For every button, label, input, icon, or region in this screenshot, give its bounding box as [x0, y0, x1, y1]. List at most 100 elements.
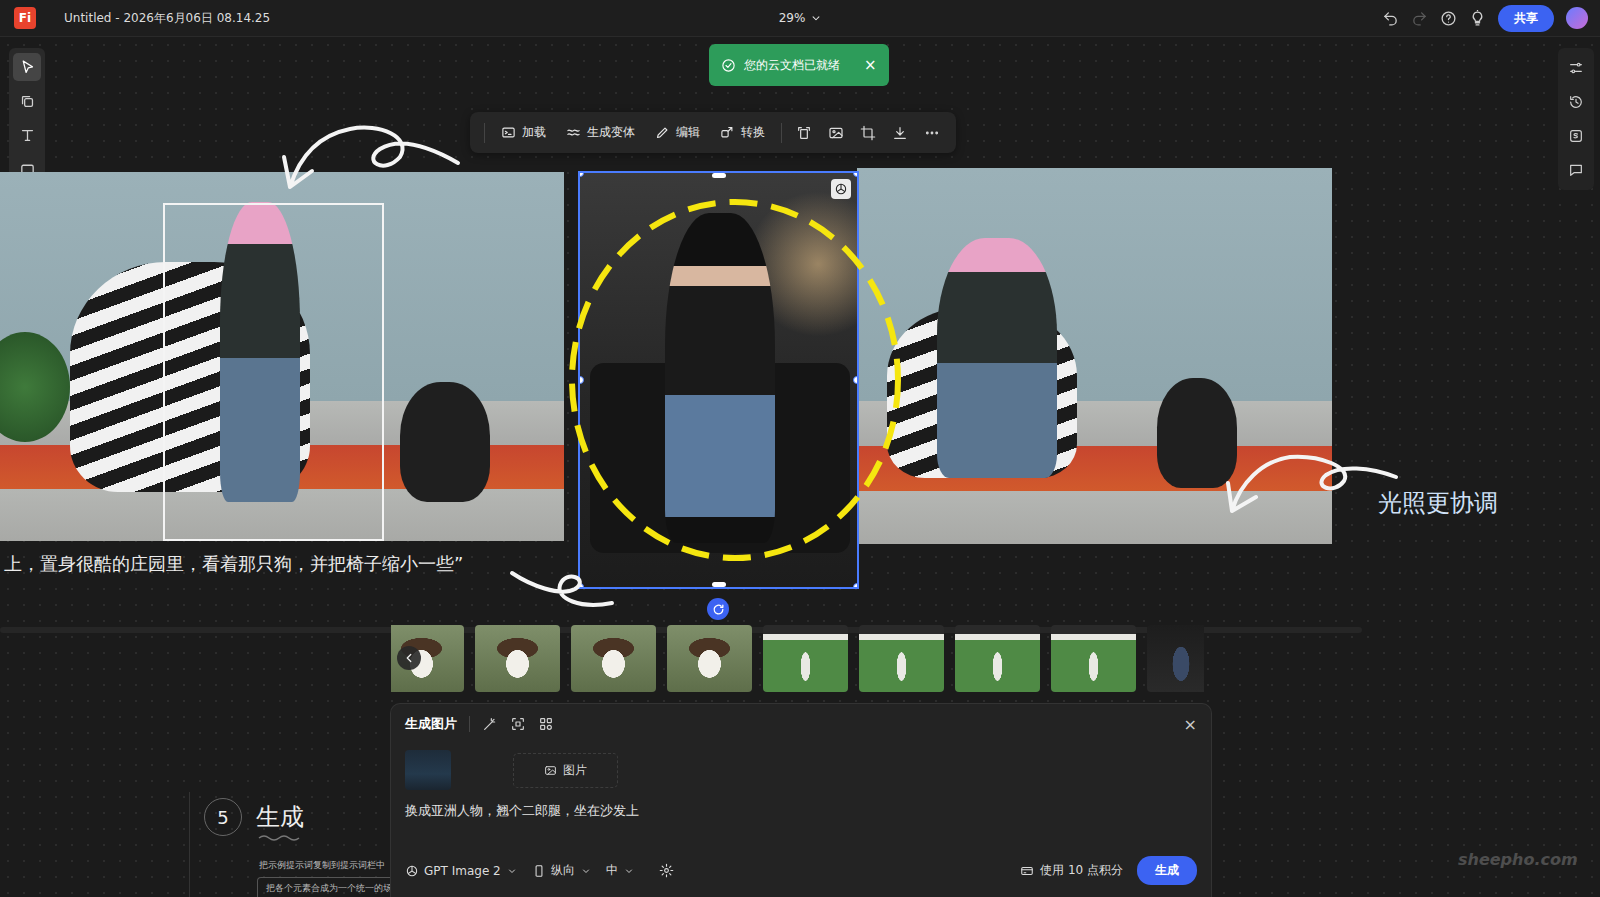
add-image-button[interactable]: 图片 [513, 753, 618, 788]
model-label: GPT Image 2 [424, 864, 501, 878]
undo-icon[interactable] [1382, 10, 1399, 27]
tool-button[interactable] [13, 53, 41, 81]
toolbar-action[interactable]: 编辑 [647, 120, 708, 145]
panel-title: 生成图片 [405, 715, 457, 733]
canvas[interactable]: 上，置身很酷的庄园里，看着那只狗，并把椅子缩小一些” 光照更协调 您的云文档已就… [0, 37, 1600, 897]
resize-handle[interactable] [580, 376, 584, 384]
thumbnail[interactable] [667, 625, 752, 692]
previous-button[interactable] [397, 646, 421, 670]
step-hint: 把示例提示词复制到提示词栏中 [259, 859, 385, 872]
gear-icon[interactable] [659, 863, 674, 878]
toolbar-icon-button[interactable] [854, 121, 882, 145]
app-logo[interactable]: Fi [14, 7, 36, 29]
thumbnail[interactable] [475, 625, 560, 692]
model-dropdown[interactable]: GPT Image 2 [405, 864, 518, 878]
resize-handle[interactable] [580, 173, 584, 177]
prompt-caption[interactable]: 上，置身很酷的庄园里，看着那只狗，并把椅子缩小一些” [4, 552, 463, 576]
frame-icon [19, 93, 36, 110]
side-button[interactable] [1562, 88, 1590, 116]
resize-handle[interactable] [580, 583, 584, 587]
action-label: 加载 [522, 124, 546, 141]
toolbar-icon-button[interactable] [790, 121, 818, 145]
chevron-icon [809, 11, 823, 25]
portrait-icon [532, 864, 546, 878]
canvas-image[interactable] [0, 172, 564, 541]
thumbnail[interactable] [1051, 625, 1136, 692]
image-icon [828, 125, 844, 141]
thumbnail[interactable] [763, 625, 848, 692]
thumbnail[interactable] [955, 625, 1040, 692]
crop-icon [860, 125, 876, 141]
credits-info: 使用 10 点积分 [1020, 862, 1123, 879]
step-number: 5 [204, 798, 242, 836]
thumbnail-strip [391, 625, 1204, 692]
canvas-image[interactable] [580, 173, 857, 587]
edit-icon [655, 125, 670, 140]
add-image-label: 图片 [563, 762, 587, 779]
toolbar-action[interactable]: 生成变体 [558, 120, 643, 145]
comment-icon [1568, 162, 1584, 178]
orientation-dropdown[interactable]: 纵向 [532, 862, 592, 879]
openai-icon [405, 864, 419, 878]
resize-handle[interactable] [853, 376, 857, 384]
resize-handle[interactable] [712, 582, 726, 587]
panel-close[interactable]: × [1184, 715, 1197, 734]
toast-close[interactable]: × [864, 56, 877, 74]
cursor-icon [19, 59, 36, 76]
generate-panel: 生成图片 × 图片 换成亚洲人物，翘个二郎腿，坐在沙发上 GPT Image 2 [390, 703, 1212, 897]
toolbar-icon-button[interactable] [822, 121, 850, 145]
side-button[interactable] [1562, 54, 1590, 82]
orientation-label: 纵向 [551, 862, 575, 879]
redo-icon[interactable] [1411, 10, 1428, 27]
toast-text: 您的云文档已就绪 [744, 57, 840, 74]
selection-box [163, 203, 384, 541]
side-button[interactable] [1562, 156, 1590, 184]
watermark: sheepho.com [1458, 850, 1578, 869]
tool-button[interactable] [13, 121, 41, 149]
grid-icon[interactable] [538, 716, 554, 732]
side-button[interactable] [1562, 122, 1590, 150]
adjust-icon [1568, 60, 1584, 76]
toolbar-action[interactable]: 转换 [712, 120, 773, 145]
prompt-input[interactable]: 换成亚洲人物，翘个二郎腿，坐在沙发上 [405, 802, 1197, 820]
user-avatar[interactable] [1566, 7, 1588, 29]
reference-image[interactable] [405, 750, 451, 790]
toolbar-icon-button[interactable] [886, 121, 914, 145]
canvas-image[interactable] [857, 168, 1332, 544]
toolbar-action[interactable]: 加载 [493, 120, 554, 145]
thumbnail[interactable] [1147, 625, 1204, 692]
variation-icon [566, 125, 581, 140]
resize-handle[interactable] [853, 173, 857, 177]
document-title[interactable]: Untitled - 2026年6月06日 08.14.25 [64, 10, 270, 27]
thumbnail[interactable] [571, 625, 656, 692]
openai-icon [831, 179, 851, 199]
more-icon [924, 125, 940, 141]
resize-handle[interactable] [712, 173, 726, 178]
stock-icon [1568, 128, 1584, 144]
thumbnail[interactable] [859, 625, 944, 692]
annotation-note[interactable]: 光照更协调 [1378, 487, 1498, 519]
rotate-button[interactable] [707, 598, 729, 620]
help-icon[interactable] [1440, 10, 1457, 27]
lightbulb-icon[interactable] [1469, 10, 1486, 27]
action-label: 生成变体 [587, 124, 635, 141]
zoom-control[interactable]: 29% [773, 8, 830, 28]
separator [781, 123, 782, 143]
tool-button[interactable] [13, 87, 41, 115]
context-toolbar: 加载 生成变体编辑 转换 [470, 112, 956, 153]
share-button[interactable]: 共享 [1498, 5, 1554, 32]
separator [484, 123, 485, 143]
size-label: 中 [606, 862, 618, 879]
resize-handle[interactable] [853, 583, 857, 587]
size-dropdown[interactable]: 中 [606, 862, 635, 879]
toolbar-icon-button[interactable] [918, 121, 946, 145]
chevron-icon [580, 865, 592, 877]
convert-icon [720, 125, 735, 140]
magic-wand-icon[interactable] [482, 716, 498, 732]
action-label: 转换 [741, 124, 765, 141]
frame-select-icon[interactable] [510, 716, 526, 732]
generate-button[interactable]: 生成 [1137, 856, 1197, 885]
history-icon [1568, 94, 1584, 110]
toast: 您的云文档已就绪 × [709, 44, 889, 86]
chevron-icon [623, 865, 635, 877]
